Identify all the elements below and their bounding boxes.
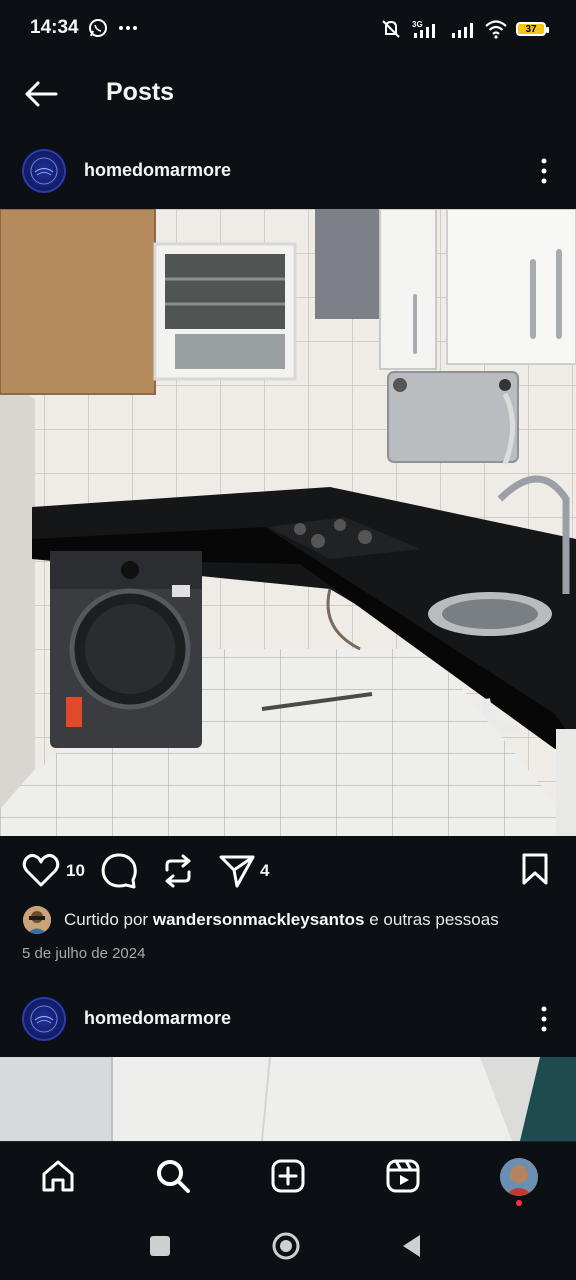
liked-by-suffix[interactable]: e outras pessoas (369, 910, 498, 929)
profile-avatar[interactable] (500, 1158, 538, 1196)
status-right-icons: 3G 37 (380, 18, 549, 40)
liked-by-username[interactable]: wandersonmackleysantos (153, 910, 365, 929)
wifi-icon (485, 20, 507, 39)
like-heart-icon[interactable] (22, 853, 60, 889)
reels-icon[interactable] (385, 1158, 421, 1194)
recents-button-icon[interactable] (150, 1236, 170, 1256)
post2-author-avatar[interactable] (22, 997, 66, 1041)
notification-dot (516, 1200, 522, 1206)
whatsapp-icon (89, 19, 107, 37)
post-options-icon[interactable] (534, 156, 554, 186)
post2-author-username[interactable]: homedomarmore (84, 1008, 231, 1029)
profile-photo-icon (500, 1158, 538, 1196)
like-count: 10 (66, 861, 85, 880)
signal-3g-icon: 3G (412, 20, 435, 38)
post-photo[interactable] (0, 209, 576, 836)
post-date: 5 de julho de 2024 (22, 945, 146, 962)
status-left-icons (88, 18, 138, 38)
avatar-logo-icon (30, 157, 58, 185)
back-arrow-icon[interactable] (22, 78, 60, 110)
mute-icon (382, 20, 400, 38)
page-title: Posts (106, 78, 175, 106)
post2-photo[interactable] (0, 1057, 576, 1141)
liked-by-prefix: Curtido por (64, 910, 149, 929)
post2-photo-illustration (0, 1057, 576, 1141)
liked-by-text: Curtido por wandersonmackleysantos e out… (64, 910, 499, 930)
battery-icon: 37 (516, 22, 549, 36)
system-nav-bar (0, 1211, 576, 1280)
comment-icon[interactable] (100, 852, 138, 890)
kitchen-photo-illustration (0, 209, 576, 836)
signal-icon (452, 23, 473, 38)
post2-options-icon[interactable] (534, 1004, 554, 1034)
status-time: 14:34 (30, 17, 79, 38)
repost-icon[interactable] (160, 853, 196, 889)
post-author-avatar[interactable] (22, 149, 66, 193)
search-icon[interactable] (155, 1158, 191, 1194)
share-count: 4 (260, 861, 270, 880)
post-author-username[interactable]: homedomarmore (84, 160, 231, 181)
share-send-icon[interactable] (218, 853, 256, 889)
bookmark-icon[interactable] (521, 852, 549, 886)
create-post-icon[interactable] (270, 1158, 306, 1194)
bottom-nav-bar (0, 1141, 576, 1212)
liked-by-avatar[interactable] (23, 906, 51, 934)
svg-text:3G: 3G (412, 20, 423, 29)
back-button-icon[interactable] (400, 1233, 422, 1259)
home-icon[interactable] (40, 1158, 76, 1194)
more-dots-icon (119, 26, 137, 30)
person-avatar-icon (23, 906, 51, 934)
home-button-icon[interactable] (271, 1231, 301, 1261)
avatar-logo-icon (30, 1005, 58, 1033)
